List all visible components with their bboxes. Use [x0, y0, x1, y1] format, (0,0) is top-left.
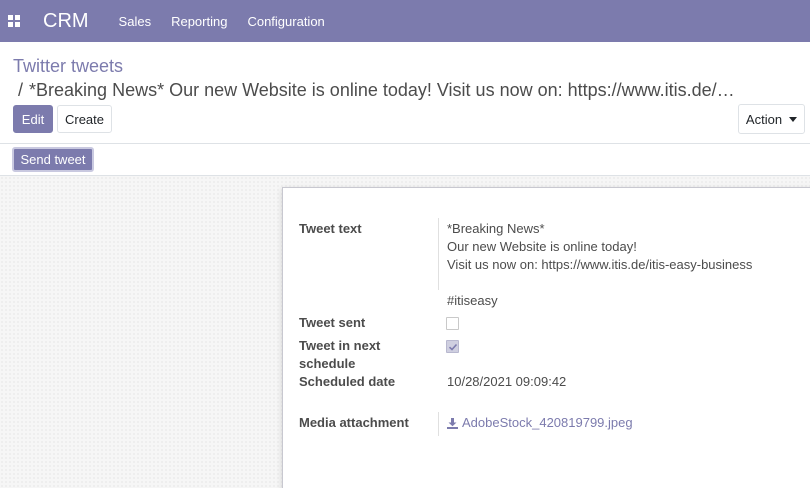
form-sheet: Tweet text *Breaking News* Our new Websi…	[282, 187, 810, 488]
action-label: Action	[745, 111, 783, 127]
form-statusbar: Send tweet	[0, 144, 810, 176]
breadcrumb: Twitter tweets / *Breaking News* Our new …	[13, 54, 793, 103]
tweet-next-schedule-label: Tweet in next schedule	[299, 338, 381, 371]
caret-down-icon	[789, 116, 798, 122]
checkmark-icon	[448, 343, 458, 351]
media-attachment-filename: AdobeStock_420819799.jpeg	[462, 415, 633, 430]
breadcrumb-parent-link[interactable]: Twitter tweets	[13, 54, 793, 78]
media-attachment-label: Media attachment	[299, 415, 409, 430]
tweet-sent-label: Tweet sent	[299, 315, 366, 330]
media-attachment-link[interactable]: AdobeStock_420819799.jpeg	[447, 414, 633, 432]
apps-menu-icon[interactable]	[0, 0, 28, 42]
menu-item-sales[interactable]: Sales	[119, 14, 152, 29]
create-button[interactable]: Create	[57, 105, 112, 133]
send-tweet-button[interactable]: Send tweet	[12, 147, 94, 172]
breadcrumb-separator: /	[18, 80, 24, 101]
breadcrumb-current-title: *Breaking News* Our new Website is onlin…	[29, 80, 738, 101]
tweet-next-schedule-checkbox[interactable]	[446, 340, 459, 353]
breadcrumb-current: / *Breaking News* Our new Website is onli…	[13, 78, 738, 102]
download-icon	[447, 417, 458, 429]
tweet-sent-checkbox[interactable]	[446, 317, 459, 330]
scheduled-date-label: Scheduled date	[299, 374, 396, 389]
field-divider	[438, 412, 439, 436]
top-navbar: CRM Sales Reporting Configuration	[0, 0, 810, 42]
menu-item-reporting[interactable]: Reporting	[171, 14, 227, 29]
field-divider	[438, 218, 439, 290]
app-brand[interactable]: CRM	[43, 10, 89, 33]
edit-button[interactable]: Edit	[13, 105, 53, 133]
scheduled-date-value[interactable]: 10/28/2021 09:09:42	[447, 373, 566, 391]
menu-item-configuration[interactable]: Configuration	[247, 14, 324, 29]
control-panel: Twitter tweets / *Breaking News* Our new …	[0, 42, 810, 144]
tweet-text-label: Tweet text	[299, 221, 362, 236]
action-dropdown-button[interactable]: Action	[738, 104, 805, 134]
tweet-text-value[interactable]: *Breaking News* Our new Website is onlin…	[447, 220, 752, 310]
